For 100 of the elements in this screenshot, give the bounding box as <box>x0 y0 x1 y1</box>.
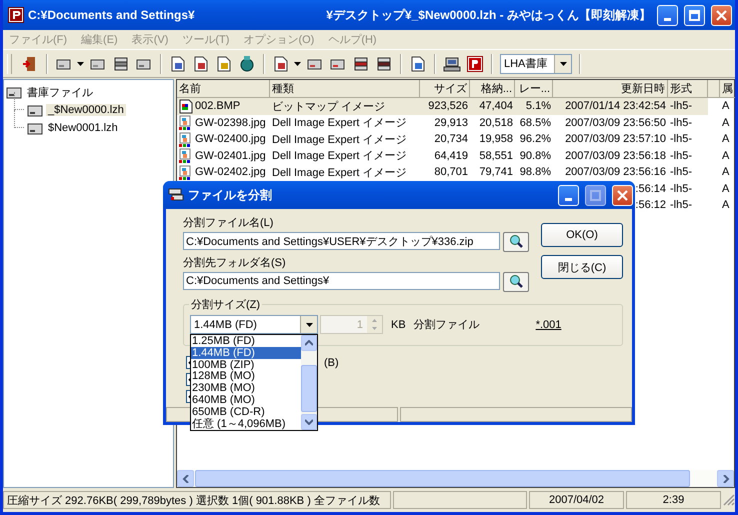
close-icon <box>617 190 628 200</box>
table-cell: -lh5- <box>670 116 692 129</box>
table-cell[interactable]: GW-02398.jpg <box>195 116 266 129</box>
split-file-icon <box>168 187 184 203</box>
minimize-icon <box>565 198 572 200</box>
column-header[interactable]: 形式 <box>670 81 692 96</box>
dropdown-option[interactable]: 230MB (MO) <box>191 382 301 394</box>
table-cell: 64,419 <box>434 150 468 162</box>
column-header[interactable]: サイズ <box>434 81 467 96</box>
scrollbar-thumb[interactable] <box>301 365 317 412</box>
dialog-button[interactable]: 閉じる(C) <box>541 255 623 279</box>
tree-item[interactable]: _$New0000.lzh <box>46 104 126 116</box>
table-cell: 20,734 <box>434 133 468 146</box>
document-icon <box>169 54 187 72</box>
column-header[interactable]: 属 <box>722 81 733 96</box>
list-row[interactable]: GW-02400.jpg Dell Image Expert イメージ 20,734 19,958 96.2% 2007/03/09 23:57:10 -lh5- A <box>177 131 734 148</box>
unit-label: KB <box>391 318 406 330</box>
table-cell: 58,551 <box>479 150 513 162</box>
image-file-icon <box>179 98 193 114</box>
table-cell: 90.8% <box>520 150 551 162</box>
tree-item[interactable]: 書庫ファイル <box>25 84 95 100</box>
column-header[interactable]: 更新日時 <box>621 81 665 96</box>
list-row[interactable]: GW-02402.jpg Dell Image Expert イメージ 80,701 79,741 98.8% 2007/03/09 23:56:16 -lh5- A <box>177 164 734 180</box>
table-cell: 96.2% <box>520 133 551 146</box>
split-size-dropdown[interactable]: 1.44MB (FD) <box>190 315 318 334</box>
browse-button[interactable] <box>503 232 529 252</box>
scroll-left-button[interactable] <box>177 470 194 487</box>
dropdown-option[interactable]: 650MB (CD-R) <box>191 406 301 418</box>
table-cell: 20,518 <box>479 116 513 129</box>
close-button[interactable] <box>612 184 633 206</box>
drive-icon <box>27 104 43 116</box>
list-row[interactable]: GW-02401.jpg Dell Image Expert イメージ 64,419 58,551 90.8% 2007/03/09 23:56:18 -lh5- A <box>177 148 734 164</box>
list-row[interactable]: GW-02398.jpg Dell Image Expert イメージ 29,913 20,518 68.5% 2007/03/09 23:56:50 -lh5- A <box>177 114 734 131</box>
table-cell: 29,913 <box>434 116 468 129</box>
scroll-right-button[interactable] <box>717 470 734 487</box>
table-cell: 98.8% <box>520 166 551 178</box>
status-text: 圧縮サイズ 292.76KB( 299,789bytes ) 選択数 1個( 901.88KB ) 全ファイル数 <box>3 491 391 509</box>
maximize-icon <box>689 10 700 20</box>
table-cell: A <box>722 100 730 112</box>
dropdown-option[interactable]: 1.25MB (FD) <box>191 335 301 347</box>
stack-icon <box>375 54 393 72</box>
dialog-title: ファイルを分割 <box>188 186 272 204</box>
group-label: 分割サイズ(Z) <box>189 297 262 312</box>
table-cell: 5.1% <box>526 100 551 112</box>
minimize-button[interactable] <box>558 184 579 206</box>
list-row[interactable]: 002.BMP ビットマップ イメージ 923,526 47,404 5.1% 2007/01/14 23:42:54 -lh5- A <box>177 98 734 114</box>
dropdown-option[interactable]: 1.44MB (FD) <box>191 346 301 359</box>
jar-icon <box>238 54 256 72</box>
stack-icon <box>352 54 370 72</box>
maximize-button[interactable] <box>585 184 606 206</box>
tree-item[interactable]: $New0001.lzh <box>46 122 120 134</box>
archive-type-dropdown[interactable]: LHA書庫 <box>500 54 572 74</box>
minimize-button[interactable] <box>657 4 678 26</box>
table-cell: 19,958 <box>479 133 513 146</box>
resize-grip-icon <box>723 494 735 506</box>
table-cell: 79,741 <box>479 166 513 178</box>
status-time: 2:39 <box>626 491 721 509</box>
scroll-down-button[interactable] <box>301 414 317 430</box>
caret-icon <box>294 62 301 66</box>
table-cell: -lh5- <box>670 182 692 195</box>
table-cell: -lh5- <box>670 199 692 212</box>
table-cell: 2007/03/09 23:57:10 <box>565 133 666 146</box>
table-cell: A <box>722 116 730 129</box>
path-field[interactable]: C:¥Documents and Settings¥USER¥デスクトップ¥336.zip <box>183 232 500 250</box>
table-cell[interactable]: GW-02400.jpg <box>195 133 266 146</box>
scrollbar-thumb[interactable] <box>195 470 690 487</box>
path-field[interactable]: C:¥Documents and Settings¥ <box>183 272 500 290</box>
scroll-up-button[interactable] <box>301 335 317 351</box>
table-cell[interactable]: GW-02401.jpg <box>195 150 266 162</box>
stack-icon <box>112 54 130 72</box>
table-cell-text: Dell Image Expert イメージ <box>272 149 406 164</box>
table-cell: 68.5% <box>520 116 551 129</box>
image-file-icon <box>179 132 193 147</box>
dropdown-option[interactable]: 640MB (MO) <box>191 394 301 406</box>
table-cell: -lh5- <box>670 133 692 146</box>
dropdown-option[interactable]: 任意 (1～4,096MB) <box>191 418 301 430</box>
dropdown-option[interactable]: 128MB (MO) <box>191 370 301 382</box>
column-header[interactable]: レー... <box>518 81 550 96</box>
window-title: ¥デスクトップ¥_$New0000.lzh - みやはっくん【即刻解凍】 <box>326 6 651 24</box>
extension-text: *.001 <box>536 318 562 330</box>
column-header[interactable]: 名前 <box>179 81 201 96</box>
field-label: 分割ファイル名(L) <box>183 216 274 230</box>
close-button[interactable] <box>711 4 732 26</box>
dialog-button[interactable]: OK(O) <box>541 223 623 247</box>
table-cell: 2007/03/09 23:56:18 <box>565 150 666 162</box>
table-cell: 80,701 <box>434 166 468 178</box>
caret-icon <box>560 62 566 66</box>
maximize-icon <box>590 190 601 200</box>
computer-icon <box>443 54 461 72</box>
column-header[interactable]: 格納... <box>480 81 512 96</box>
close-icon <box>716 10 727 20</box>
table-cell[interactable]: GW-02402.jpg <box>195 166 266 178</box>
drive-icon <box>6 86 22 98</box>
browse-button[interactable] <box>503 272 529 292</box>
column-header[interactable]: 種類 <box>272 81 294 96</box>
table-cell: A <box>722 133 730 146</box>
image-file-icon <box>179 115 193 130</box>
split-file-label: 分割ファイル <box>414 318 480 332</box>
dropdown-option[interactable]: 100MB (ZIP) <box>191 358 301 370</box>
document-icon <box>215 54 233 72</box>
